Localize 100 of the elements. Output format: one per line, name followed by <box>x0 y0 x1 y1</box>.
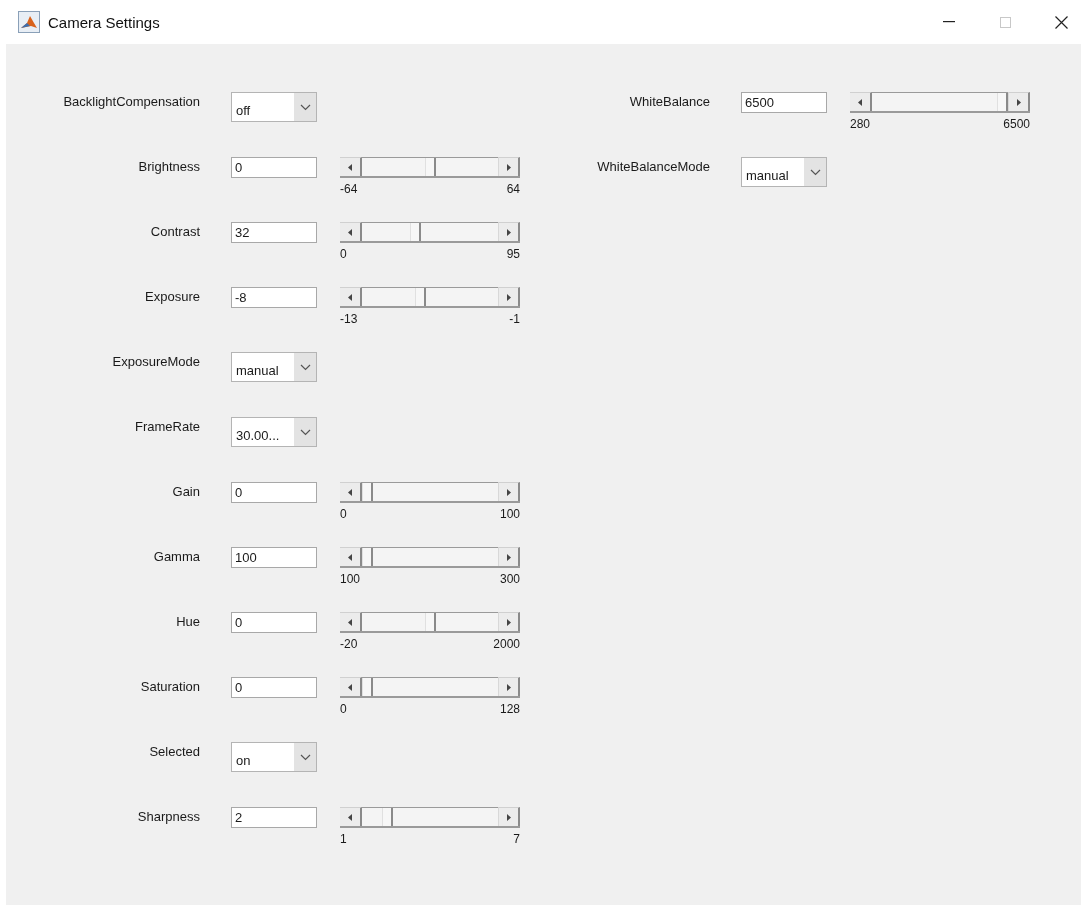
value-field[interactable]: 2 <box>231 807 317 828</box>
slider-max-label: 128 <box>499 702 520 716</box>
left-arrow-icon <box>348 618 352 626</box>
slider[interactable] <box>340 807 520 828</box>
slider[interactable] <box>850 92 1030 113</box>
left-arrow-button[interactable] <box>340 547 362 566</box>
minimize-icon <box>943 21 955 23</box>
property-label: BacklightCompensation <box>63 93 200 110</box>
value-field[interactable]: 0 <box>231 612 317 633</box>
slider[interactable] <box>340 157 520 178</box>
caret-icon <box>299 103 311 111</box>
property-label: ExposureMode <box>112 353 200 370</box>
value-field[interactable]: 100 <box>231 547 317 568</box>
left-arrow-button[interactable] <box>340 222 362 241</box>
dropdown[interactable]: on <box>231 742 317 772</box>
slider-max-label: 300 <box>499 572 520 586</box>
slider-max-label: 6500 <box>1003 117 1030 131</box>
property-label: WhiteBalanceMode <box>597 158 710 175</box>
right-arrow-button[interactable] <box>498 612 520 631</box>
left-arrow-icon <box>858 98 862 106</box>
property-label: Hue <box>176 613 200 630</box>
right-arrow-button[interactable] <box>498 157 520 176</box>
value-field[interactable]: 6500 <box>741 92 827 113</box>
left-arrow-icon <box>348 488 352 496</box>
slider[interactable] <box>340 222 520 243</box>
slider-min-label: 1 <box>340 832 347 846</box>
left-arrow-button[interactable] <box>340 287 362 306</box>
right-arrow-button[interactable] <box>498 807 520 826</box>
slider[interactable] <box>340 287 520 308</box>
left-arrow-button[interactable] <box>340 612 362 631</box>
left-arrow-button[interactable] <box>340 677 362 696</box>
slider[interactable] <box>340 677 520 698</box>
property-label: Saturation <box>140 678 200 695</box>
slider-max-label: 64 <box>506 182 520 196</box>
slider-thumb[interactable] <box>362 678 373 696</box>
slider-thumb[interactable] <box>424 613 436 631</box>
slider-min-label: 0 <box>340 247 347 261</box>
slider-max-label: -1 <box>509 312 520 326</box>
slider[interactable] <box>340 482 520 503</box>
right-arrow-button[interactable] <box>498 222 520 241</box>
value-field[interactable]: -8 <box>231 287 317 308</box>
slider-min-label: -20 <box>340 637 358 651</box>
value-field[interactable]: 0 <box>231 157 317 178</box>
slider-max-label: 2000 <box>493 637 520 651</box>
slider-thumb[interactable] <box>362 483 373 501</box>
property-label: Gain <box>172 483 200 500</box>
right-arrow-icon <box>506 228 511 236</box>
property-label: Contrast <box>150 223 200 240</box>
left-arrow-icon <box>348 228 352 236</box>
slider-thumb[interactable] <box>382 808 393 826</box>
dropdown[interactable]: manual <box>741 157 827 187</box>
right-arrow-icon <box>1016 98 1021 106</box>
property-label: FrameRate <box>134 418 200 435</box>
slider-thumb[interactable] <box>997 93 1008 111</box>
slider-min-label: -13 <box>340 312 358 326</box>
right-arrow-button[interactable] <box>498 482 520 501</box>
slider-max-label: 100 <box>499 507 520 521</box>
dropdown[interactable]: off <box>231 92 317 122</box>
slider-min-label: 0 <box>340 507 347 521</box>
value-field[interactable]: 0 <box>231 677 317 698</box>
slider-min-label: 280 <box>850 117 871 131</box>
right-arrow-icon <box>506 618 511 626</box>
slider[interactable] <box>340 612 520 633</box>
property-label: WhiteBalance <box>629 93 710 110</box>
dropdown[interactable]: manual <box>231 352 317 382</box>
app-icon <box>18 11 40 33</box>
maximize-icon <box>999 16 1011 28</box>
caret-icon <box>299 753 311 761</box>
left-arrow-icon <box>348 683 352 691</box>
left-arrow-icon <box>348 553 352 561</box>
left-arrow-button[interactable] <box>340 482 362 501</box>
slider-thumb[interactable] <box>362 548 373 566</box>
slider-max-label: 95 <box>506 247 520 261</box>
left-arrow-icon <box>348 293 352 301</box>
left-arrow-icon <box>348 163 352 171</box>
right-arrow-button[interactable] <box>498 677 520 696</box>
left-arrow-button[interactable] <box>340 807 362 826</box>
right-arrow-button[interactable] <box>1008 92 1030 111</box>
right-arrow-icon <box>506 553 511 561</box>
value-field[interactable]: 32 <box>231 222 317 243</box>
value-field[interactable]: 0 <box>231 482 317 503</box>
property-label: Gamma <box>153 548 200 565</box>
slider-thumb[interactable] <box>409 223 421 241</box>
slider-min-label: 0 <box>340 702 347 716</box>
left-arrow-icon <box>348 813 352 821</box>
caret-icon <box>299 363 311 371</box>
slider-min-label: 100 <box>340 572 361 586</box>
slider[interactable] <box>340 547 520 568</box>
slider-thumb[interactable] <box>424 158 436 176</box>
left-arrow-button[interactable] <box>340 157 362 176</box>
property-label: Selected <box>149 743 200 760</box>
right-arrow-icon <box>506 163 511 171</box>
right-arrow-button[interactable] <box>498 547 520 566</box>
dropdown[interactable]: 30.00... <box>231 417 317 447</box>
property-label: Exposure <box>145 288 200 305</box>
left-arrow-button[interactable] <box>850 92 872 111</box>
property-label: Sharpness <box>137 808 200 825</box>
slider-min-label: -64 <box>340 182 358 196</box>
slider-thumb[interactable] <box>414 288 426 306</box>
right-arrow-button[interactable] <box>498 287 520 306</box>
